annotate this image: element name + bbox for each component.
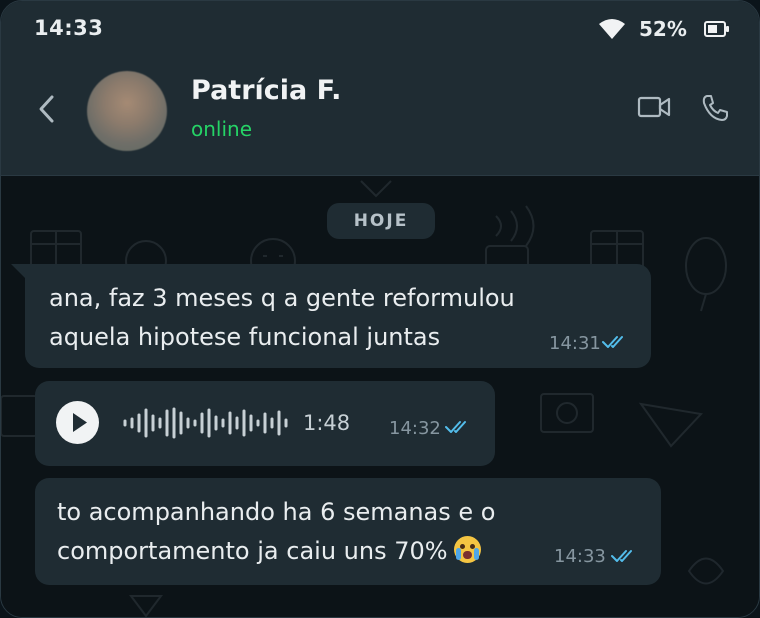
voice-duration: 1:48 [303,411,351,435]
crying-face-emoji [453,536,481,563]
message-text: ana, faz 3 meses q a gente reformulou aq… [49,284,515,351]
message-time: 14:31 [549,333,601,354]
message-text: to acompanhando ha 6 semanas e o comport… [57,498,496,565]
battery-icon [704,21,729,37]
battery-percent: 52% [639,17,687,41]
status-bar: 14:33 52% [1,1,759,61]
message-time: 14:32 [389,418,441,439]
day-divider: HOJE [327,203,435,239]
read-ticks-icon [445,421,466,433]
chevron-left-icon[interactable] [35,91,59,127]
play-button[interactable] [56,401,99,444]
waveform-icon [123,407,288,439]
message-bubble[interactable]: ana, faz 3 meses q a gente reformulou aq… [25,264,651,368]
avatar[interactable] [87,71,167,151]
message-bubble[interactable]: to acompanhando ha 6 semanas e o comport… [35,478,661,585]
video-call-icon[interactable] [637,95,671,119]
read-ticks-icon [611,550,632,562]
play-icon [73,413,87,432]
read-ticks-icon [602,336,623,348]
contact-name[interactable]: Patrícia F. [191,75,341,106]
phone-frame: 14:33 52% Patrícia F. online HOJE ana, f… [0,0,760,618]
voice-message-bubble[interactable]: 1:48 14:32 [35,381,495,466]
phone-icon[interactable] [700,93,730,123]
wifi-icon [599,19,625,39]
chat-header: 14:33 52% Patrícia F. online [1,1,759,176]
status-time: 14:33 [34,16,104,40]
presence-status: online [191,117,253,141]
message-time: 14:33 [554,546,606,567]
chat-area[interactable]: HOJE ana, faz 3 meses q a gente reformul… [1,176,759,617]
